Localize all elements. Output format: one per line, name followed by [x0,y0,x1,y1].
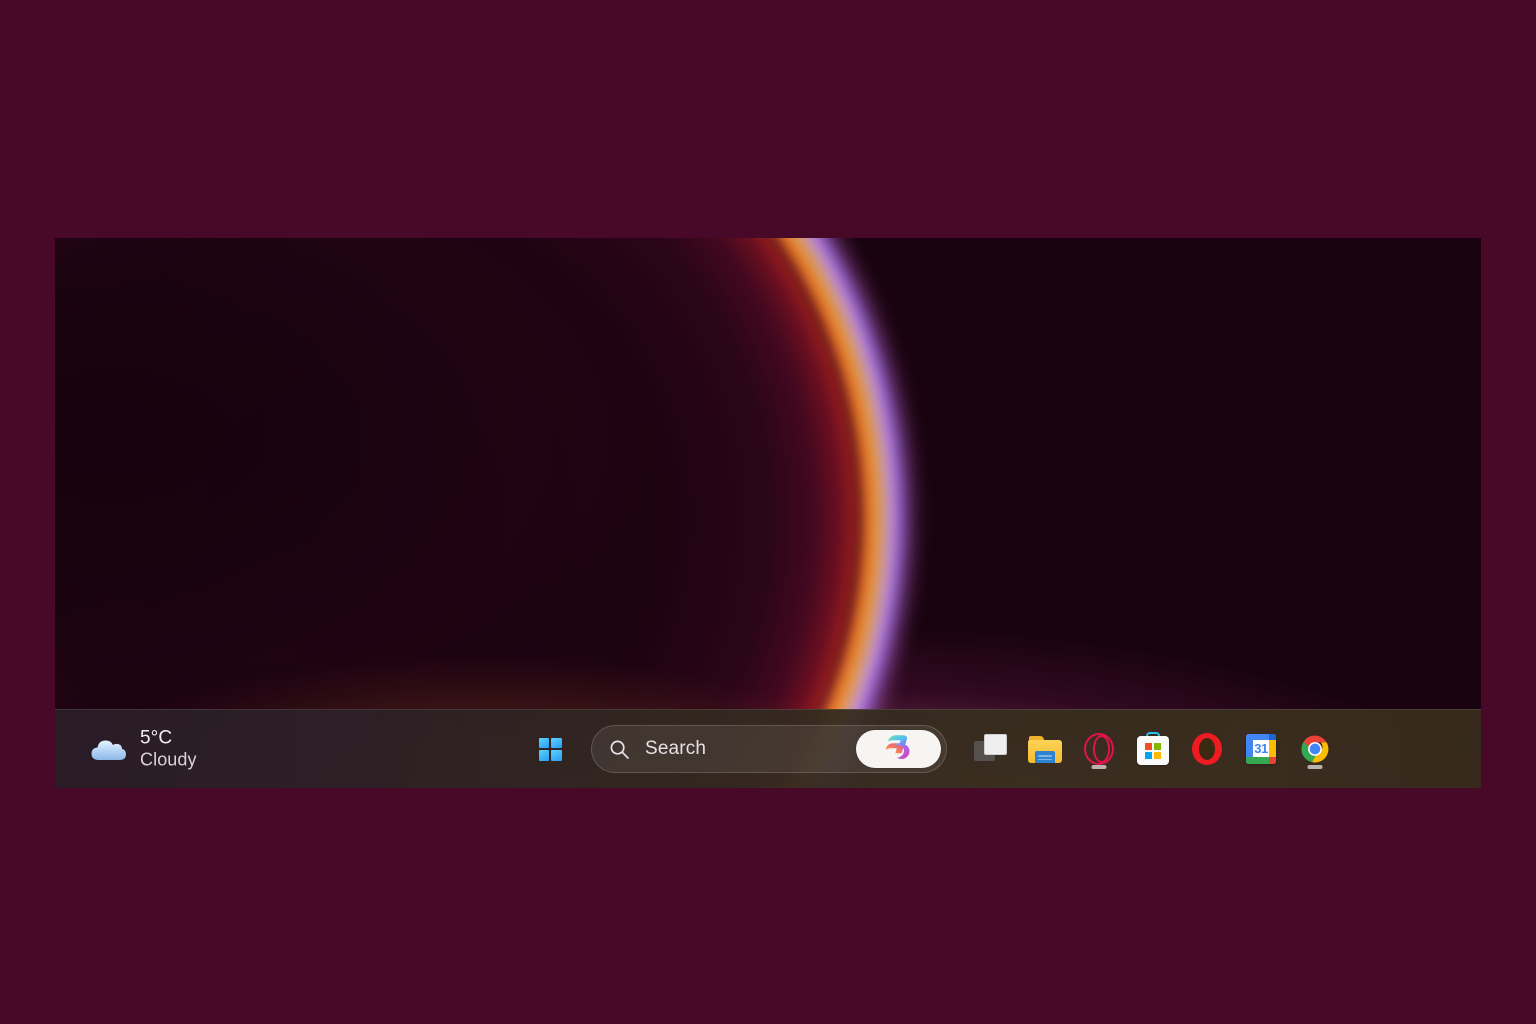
desktop-window: 5°C Cloudy Start [55,238,1481,788]
taskbar-app-task-view[interactable]: Task View [964,722,1018,776]
taskbar-app-google-chrome[interactable]: Google Chrome [1288,722,1342,776]
chrome-icon [1297,731,1333,767]
weather-text: 5°C Cloudy [140,726,197,771]
page-root: 5°C Cloudy Start [0,0,1536,1024]
wallpaper-vignette [55,238,1481,788]
copilot-button[interactable]: Copilot [856,730,941,768]
copilot-icon [882,732,916,767]
microsoft-store-icon [1135,731,1171,767]
search-input-placeholder[interactable]: Search [645,738,856,760]
task-view-icon [973,731,1009,767]
weather-condition: Cloudy [140,749,197,770]
taskbar-app-opera[interactable]: Opera [1180,722,1234,776]
taskbar-center-cluster: Start Search [523,710,1342,788]
wallpaper [55,238,1481,788]
taskbar-app-google-calendar[interactable]: 31 Google Calendar [1234,722,1288,776]
windows-taskbar: 5°C Cloudy Start [55,709,1481,788]
weather-widget[interactable]: 5°C Cloudy [80,722,205,775]
google-calendar-icon: 31 [1243,731,1279,767]
calendar-day-number: 31 [1254,741,1268,756]
opera-icon [1189,731,1225,767]
taskbar-app-file-explorer[interactable]: File Explorer [1018,722,1072,776]
windows-logo-icon [538,737,562,761]
taskbar-app-microsoft-store[interactable]: Microsoft Store [1126,722,1180,776]
folder-icon [1027,731,1063,767]
running-indicator [1091,765,1107,769]
search-icon [609,739,630,760]
search-box[interactable]: Search [591,725,947,773]
cloud-icon [88,732,128,766]
weather-temperature: 5°C [140,727,173,749]
running-indicator [1307,765,1323,769]
opera-gx-icon [1081,731,1117,767]
taskbar-app-opera-gx[interactable]: Opera GX [1072,722,1126,776]
start-button[interactable]: Start [523,722,577,776]
